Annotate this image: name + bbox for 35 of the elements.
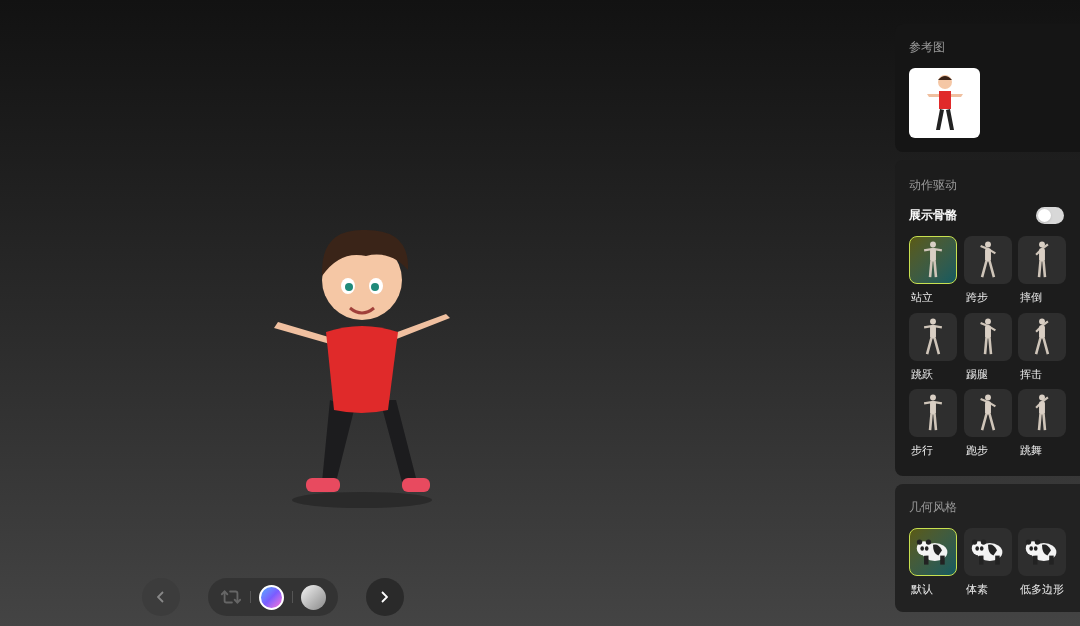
option-label: 挥击	[1019, 366, 1044, 383]
reference-image[interactable]	[909, 68, 980, 138]
option-label: 摔倒	[1019, 290, 1044, 306]
option-label: 低多边形	[1019, 581, 1066, 598]
option-label: 站立	[910, 290, 934, 306]
option-label: 跨步	[964, 290, 989, 306]
skeleton-toggle-label: 展示骨骼	[909, 207, 957, 224]
option-thumbnail[interactable]	[909, 236, 957, 284]
panel-title: 几何风格	[909, 498, 958, 516]
panel-title: 参考图	[909, 39, 946, 56]
option-thumbnail[interactable]	[909, 527, 957, 576]
option-label: 体素	[964, 581, 989, 598]
option-thumbnail[interactable]	[963, 312, 1012, 361]
chevron-left-icon	[157, 591, 164, 603]
skeleton-toggle[interactable]	[1036, 206, 1064, 224]
panel-title: 动作驱动	[909, 177, 958, 194]
option-label: 踢腿	[964, 366, 989, 383]
option-thumbnail[interactable]	[1018, 312, 1067, 361]
option-thumbnail[interactable]	[963, 527, 1012, 576]
material-swatch[interactable]	[258, 584, 284, 610]
option-label: 步行	[910, 443, 934, 459]
option-thumbnail[interactable]	[963, 236, 1012, 284]
next-button[interactable]	[365, 578, 404, 616]
option-thumbnail[interactable]	[909, 312, 957, 361]
option-thumbnail[interactable]	[1018, 527, 1067, 576]
option-label: 跳跃	[910, 366, 934, 383]
option-label: 跑步	[964, 443, 989, 459]
option-label: 默认	[910, 581, 934, 598]
option-thumbnail[interactable]	[1018, 389, 1067, 437]
option-thumbnail[interactable]	[1018, 236, 1067, 284]
option-thumbnail[interactable]	[909, 389, 957, 437]
chevron-right-icon	[381, 591, 388, 603]
material-swatch[interactable]	[300, 584, 326, 610]
option-label: 跳舞	[1019, 443, 1044, 459]
option-thumbnail[interactable]	[963, 389, 1012, 437]
